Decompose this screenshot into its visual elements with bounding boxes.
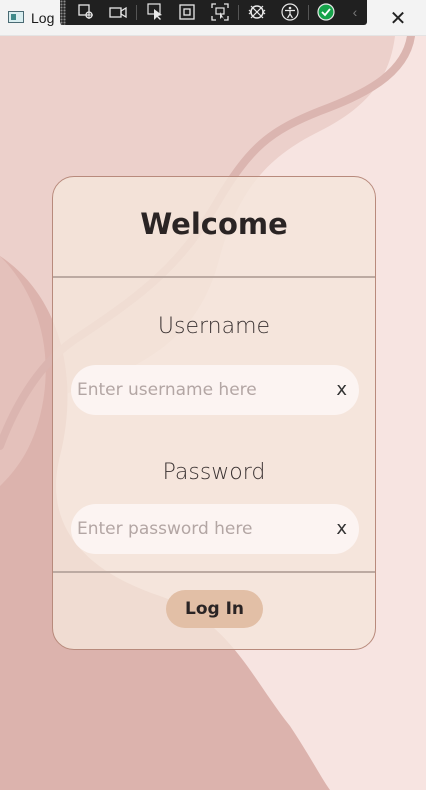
toolbar-grip[interactable] xyxy=(60,0,66,25)
close-icon: ✕ xyxy=(389,7,407,30)
app-icon xyxy=(8,11,24,23)
login-button[interactable]: Log In xyxy=(166,590,263,628)
header-divider xyxy=(53,276,375,278)
live-visual-tree-icon[interactable] xyxy=(76,3,96,22)
clear-username-button[interactable]: x xyxy=(336,365,347,415)
password-label: Password xyxy=(162,460,266,485)
binding-failures-icon[interactable] xyxy=(247,3,267,22)
display-layout-adorners-icon[interactable] xyxy=(177,3,197,22)
footer-divider xyxy=(53,571,375,573)
clear-password-button[interactable]: x xyxy=(336,504,347,554)
username-label: Username xyxy=(157,314,271,339)
close-button[interactable]: ✕ xyxy=(370,0,426,36)
accessibility-icon[interactable] xyxy=(280,3,300,22)
toolbar-separator xyxy=(238,5,239,20)
collapse-icon[interactable]: ‹ xyxy=(345,3,365,22)
debug-toolbar: ‹ xyxy=(60,0,367,25)
window-title: Log xyxy=(31,10,55,26)
toolbar-separator xyxy=(308,5,309,20)
password-field[interactable]: x xyxy=(71,504,359,554)
toolbar-separator xyxy=(136,5,137,20)
track-focus-icon[interactable] xyxy=(210,3,230,22)
ui-checker-icon[interactable] xyxy=(316,3,336,22)
welcome-title: Welcome xyxy=(140,207,288,241)
password-input[interactable] xyxy=(77,504,327,554)
select-element-icon[interactable] xyxy=(146,3,166,22)
login-card: Welcome Username x Password x Log In xyxy=(52,176,376,650)
video-icon[interactable] xyxy=(108,3,128,22)
username-input[interactable] xyxy=(77,365,327,415)
username-field[interactable]: x xyxy=(71,365,359,415)
